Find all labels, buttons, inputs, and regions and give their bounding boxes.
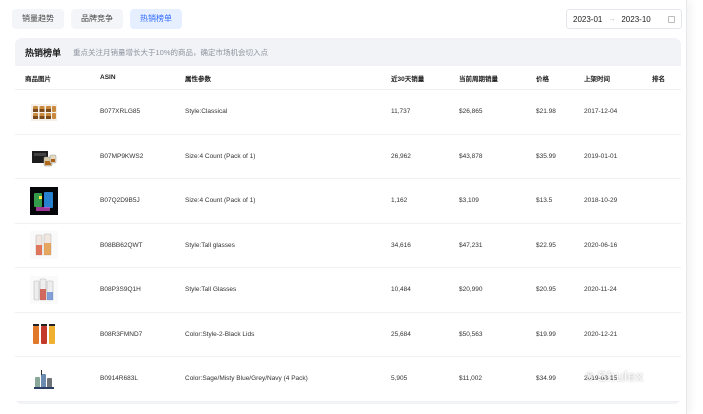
table-body: B077XRLG85 Style:Classical 11,737 $26,865 $2… <box>15 90 681 402</box>
table-row[interactable]: B08R3FMND7 Color:Style-2-Black Lids 25,684… <box>15 313 681 357</box>
tab-bestseller-list[interactable]: 热销榜单 <box>130 9 182 29</box>
price-cell: $21.98 <box>536 108 556 116</box>
asin-cell: B07MP9KWS2 <box>100 152 144 160</box>
price-cell: $22.95 <box>536 241 556 249</box>
period-sales-cell: $43,878 <box>459 152 483 160</box>
listing-date-cell: 2020-06-16 <box>584 241 618 249</box>
attribute-cell: Style:Classical <box>185 108 228 116</box>
tab-sales-trend[interactable]: 销量趋势 <box>12 9 64 29</box>
col-period-sales[interactable]: 当前周期销量 <box>459 73 536 83</box>
date-start[interactable]: 2023-01 <box>573 15 602 24</box>
panel-title: 热销榜单 <box>25 47 62 58</box>
tall-glasses-set-icon[interactable] <box>30 275 58 304</box>
table-row[interactable]: B08P3S9Q1H Style:Tall Glasses 10,484 $20,99… <box>15 268 681 313</box>
app-frame: 销量趋势 品牌竞争 热销榜单 2023-01 → 2023-10 热销榜单 重点… <box>0 0 687 414</box>
product-image <box>15 186 100 215</box>
asin-cell: B07Q2D9B5J <box>100 197 140 205</box>
tumbler-set-icon[interactable] <box>30 364 58 393</box>
col-price[interactable]: 价格 <box>536 73 584 83</box>
view-tabs: 销量趋势 品牌竞争 热销榜单 <box>12 9 182 31</box>
date-end[interactable]: 2023-10 <box>621 15 650 24</box>
panel-header: 热销榜单 重点关注月销量增长大于10%的商品，确定市场机会切入点 <box>15 38 681 66</box>
glass-gift-box-icon[interactable] <box>30 142 58 170</box>
table-header: 商品图片 ASIN 属性参数 近30天销量 当前周期销量 价格 上架时间 排名 <box>15 66 681 90</box>
product-image <box>15 98 100 126</box>
tumbler-lids-icon[interactable] <box>30 320 58 349</box>
product-image <box>15 142 100 170</box>
period-sales-cell: $50,563 <box>459 330 483 338</box>
period-sales-cell: $3,109 <box>459 197 479 205</box>
table-row[interactable]: B077XRLG85 Style:Classical 11,737 $26,865 $2… <box>15 90 681 135</box>
listing-date-cell: 2017-12-04 <box>584 108 618 116</box>
price-cell: $13.5 <box>536 197 553 205</box>
attribute-cell: Style:Tall Glasses <box>185 286 237 294</box>
asin-cell: B077XRLG85 <box>100 108 141 116</box>
arrow-right-icon: → <box>608 15 616 23</box>
watermark: ❀ Shulex <box>585 368 644 384</box>
col-sales-30d[interactable]: 近30天销量 <box>391 73 459 83</box>
whisky-glass-set-icon[interactable] <box>30 98 58 126</box>
col-asin: ASIN <box>100 74 116 81</box>
panel-subtitle: 重点关注月销量增长大于10%的商品，确定市场机会切入点 <box>73 47 269 57</box>
attribute-cell: Style:Tall glasses <box>185 241 235 249</box>
col-rank[interactable]: 排名 <box>652 73 681 83</box>
period-sales-cell: $11,002 <box>459 375 483 383</box>
sales-30d-cell: 10,484 <box>391 286 411 294</box>
sales-30d-cell: 34,616 <box>391 241 411 249</box>
watermark-text: Shulex <box>597 368 644 384</box>
table-row[interactable]: B0914R683L Color:Sage/Misty Blue/Grey/Nav… <box>15 357 681 402</box>
listing-date-cell: 2020-12-21 <box>584 330 618 338</box>
tab-brand-competition[interactable]: 品牌竞争 <box>71 9 123 29</box>
price-cell: $20.95 <box>536 286 556 294</box>
date-range-picker[interactable]: 2023-01 → 2023-10 <box>566 9 682 29</box>
product-image <box>15 231 100 260</box>
col-listing-date[interactable]: 上架时间 <box>584 73 652 83</box>
col-image: 商品图片 <box>25 75 51 83</box>
asin-cell: B08R3FMND7 <box>100 330 143 338</box>
wechat-icon: ❀ <box>585 370 595 383</box>
attribute-cell: Color:Sage/Misty Blue/Grey/Navy (4 Pack) <box>185 375 308 383</box>
tall-glasses-icon[interactable] <box>30 231 58 260</box>
product-image <box>15 275 100 304</box>
price-cell: $19.99 <box>536 330 556 338</box>
table-row[interactable]: B08BB62QWT Style:Tall glasses 34,616 $47,23… <box>15 224 681 268</box>
bestseller-panel: 热销榜单 重点关注月销量增长大于10%的商品，确定市场机会切入点 商品图片 AS… <box>15 38 681 404</box>
asin-cell: B0914R683L <box>100 375 138 383</box>
led-glass-icon[interactable] <box>30 186 58 215</box>
listing-date-cell: 2019-01-01 <box>584 152 618 160</box>
bestseller-table: 商品图片 ASIN 属性参数 近30天销量 当前周期销量 价格 上架时间 排名 … <box>15 66 681 402</box>
sales-30d-cell: 25,684 <box>391 330 411 338</box>
sales-30d-cell: 26,962 <box>391 152 411 160</box>
product-image <box>15 364 100 393</box>
col-attributes: 属性参数 <box>185 75 211 83</box>
sales-30d-cell: 11,737 <box>391 108 411 116</box>
calendar-icon[interactable] <box>668 15 675 23</box>
attribute-cell: Size:4 Count (Pack of 1) <box>185 197 256 205</box>
sales-30d-cell: 1,162 <box>391 197 408 205</box>
asin-cell: B08P3S9Q1H <box>100 286 141 294</box>
listing-date-cell: 2020-11-24 <box>584 286 617 294</box>
price-cell: $34.99 <box>536 375 556 383</box>
product-image <box>15 320 100 349</box>
listing-date-cell: 2018-10-29 <box>584 197 618 205</box>
period-sales-cell: $26,865 <box>459 108 483 116</box>
attribute-cell: Size:4 Count (Pack of 1) <box>185 152 256 160</box>
period-sales-cell: $20,990 <box>459 286 483 294</box>
table-row[interactable]: B07MP9KWS2 Size:4 Count (Pack of 1) 26,962… <box>15 135 681 179</box>
asin-cell: B08BB62QWT <box>100 241 143 249</box>
attribute-cell: Color:Style-2-Black Lids <box>185 330 255 338</box>
table-row[interactable]: B07Q2D9B5J Size:4 Count (Pack of 1) 1,162 $… <box>15 179 681 224</box>
price-cell: $35.99 <box>536 152 556 160</box>
period-sales-cell: $47,231 <box>459 241 483 249</box>
sales-30d-cell: 5,905 <box>391 375 408 383</box>
